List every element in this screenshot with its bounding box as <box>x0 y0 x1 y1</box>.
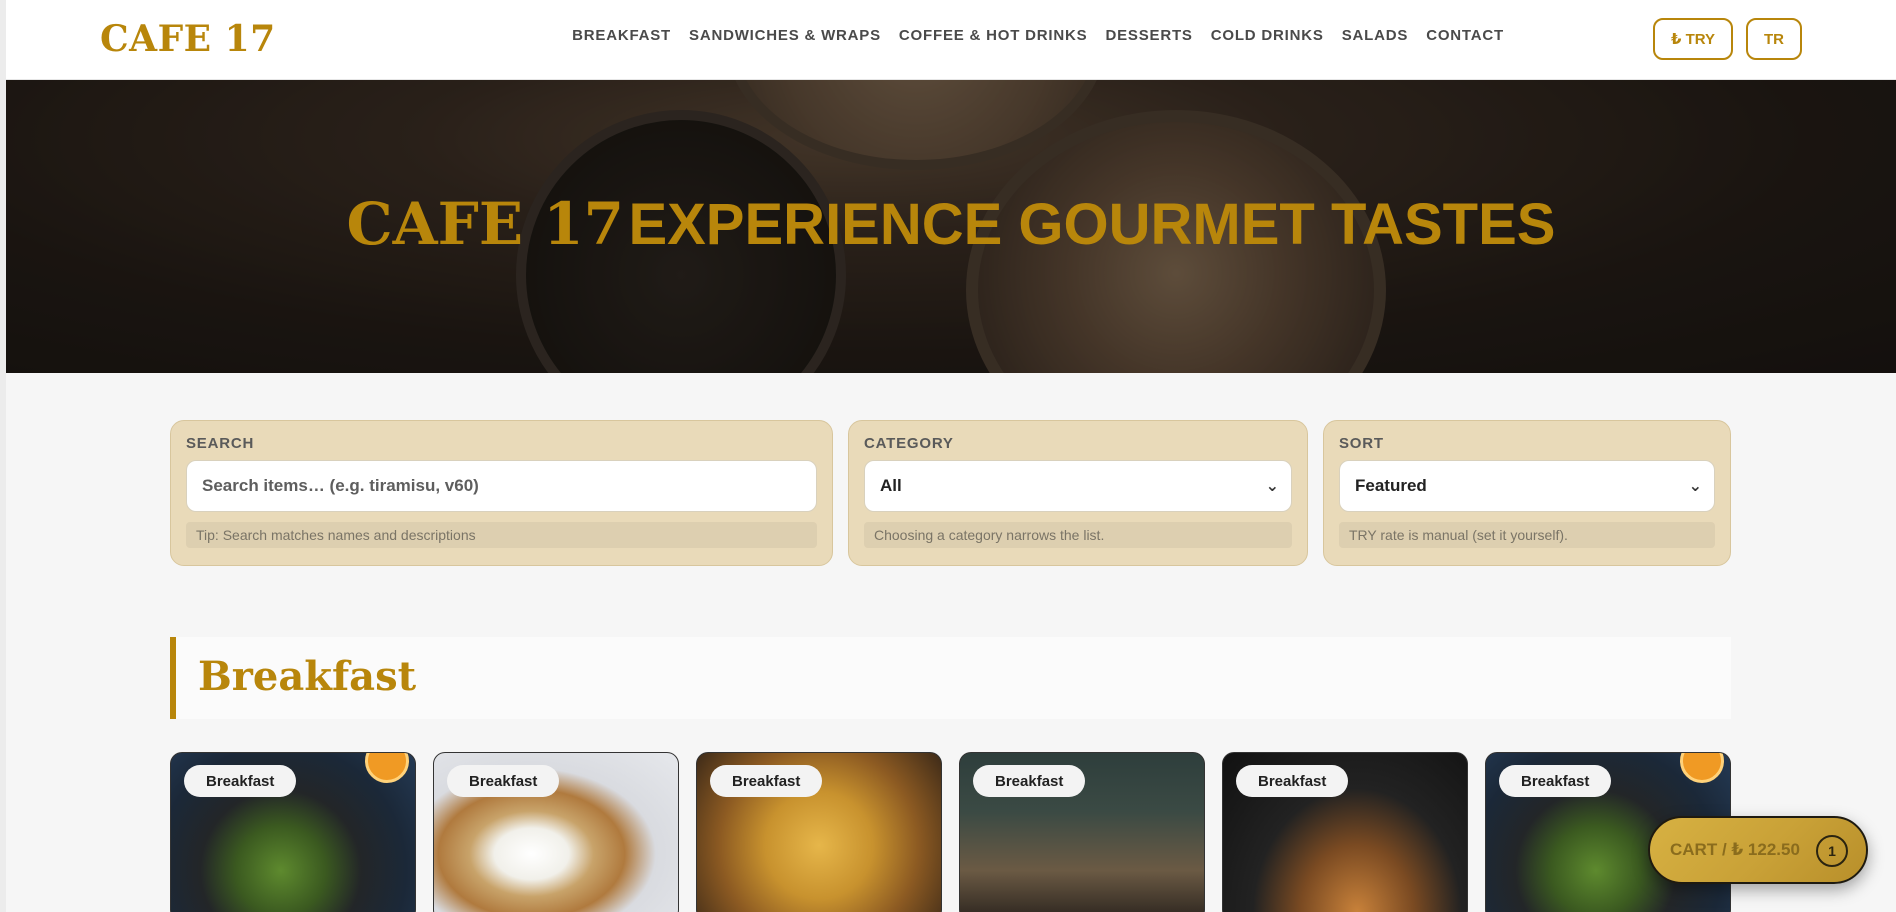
currency-button[interactable]: ₺ TRY <box>1653 18 1733 60</box>
category-badge: Breakfast <box>1499 765 1612 797</box>
nav-breakfast[interactable]: BREAKFAST <box>572 27 671 44</box>
nav-contact[interactable]: CONTACT <box>1426 27 1504 44</box>
category-badge: Breakfast <box>447 765 560 797</box>
nav-cold-drinks[interactable]: COLD DRINKS <box>1211 27 1324 44</box>
category-hint: Choosing a category narrows the list. <box>864 522 1292 548</box>
site-header: CAFE 17 BREAKFAST SANDWICHES & WRAPS COF… <box>6 0 1896 80</box>
sort-label: SORT <box>1339 435 1384 452</box>
chevron-down-icon: ⌄ <box>1688 478 1702 495</box>
orange-slice-icon <box>365 753 409 783</box>
category-filter-card: CATEGORY All ⌄ Choosing a category narro… <box>848 420 1308 566</box>
sort-select-value: Featured <box>1355 476 1427 495</box>
category-label: CATEGORY <box>864 435 954 452</box>
chevron-down-icon: ⌄ <box>1265 478 1279 495</box>
cart-count-badge: 1 <box>1816 835 1848 867</box>
section-title: Breakfast <box>198 653 417 700</box>
nav-coffee-hot-drinks[interactable]: COFFEE & HOT DRINKS <box>899 27 1088 44</box>
nav-salads[interactable]: SALADS <box>1342 27 1408 44</box>
nav-desserts[interactable]: DESSERTS <box>1105 27 1192 44</box>
category-select-value: All <box>880 476 902 495</box>
menu-item-card[interactable]: Breakfast <box>433 752 679 912</box>
hero-tagline: EXPERIENCE GOURMET TASTES <box>628 192 1556 257</box>
orange-slice-icon <box>1680 753 1724 783</box>
menu-item-card[interactable]: Breakfast <box>959 752 1205 912</box>
hero-brand: CAFE 17 <box>346 190 624 258</box>
menu-item-card[interactable]: Breakfast <box>170 752 416 912</box>
cart-button[interactable]: CART / ₺ 122.50 1 <box>1648 816 1868 884</box>
main-nav: BREAKFAST SANDWICHES & WRAPS COFFEE & HO… <box>572 27 1504 44</box>
category-select[interactable]: All ⌄ <box>864 460 1292 512</box>
sort-select[interactable]: Featured ⌄ <box>1339 460 1715 512</box>
category-badge: Breakfast <box>710 765 823 797</box>
cart-total: CART / ₺ 122.50 <box>1670 840 1800 859</box>
nav-sandwiches-wraps[interactable]: SANDWICHES & WRAPS <box>689 27 881 44</box>
search-input[interactable]: Search items… (e.g. tiramisu, v60) <box>186 460 817 512</box>
search-filter-card: SEARCH Search items… (e.g. tiramisu, v60… <box>170 420 833 566</box>
section-heading: Breakfast <box>170 637 1731 719</box>
category-badge: Breakfast <box>184 765 297 797</box>
site-logo[interactable]: CAFE 17 <box>100 18 276 60</box>
search-hint: Tip: Search matches names and descriptio… <box>186 522 817 548</box>
language-button[interactable]: TR <box>1746 18 1802 60</box>
hero-title: CAFE 17 EXPERIENCE GOURMET TASTES <box>6 190 1896 258</box>
category-badge: Breakfast <box>973 765 1086 797</box>
category-badge: Breakfast <box>1236 765 1349 797</box>
search-label: SEARCH <box>186 435 255 452</box>
hero-banner: CAFE 17 EXPERIENCE GOURMET TASTES <box>6 80 1896 373</box>
menu-item-card[interactable]: Breakfast <box>1222 752 1468 912</box>
window-left-edge <box>0 0 6 912</box>
menu-item-card[interactable]: Breakfast <box>696 752 942 912</box>
sort-filter-card: SORT Featured ⌄ TRY rate is manual (set … <box>1323 420 1731 566</box>
sort-hint: TRY rate is manual (set it yourself). <box>1339 522 1715 548</box>
